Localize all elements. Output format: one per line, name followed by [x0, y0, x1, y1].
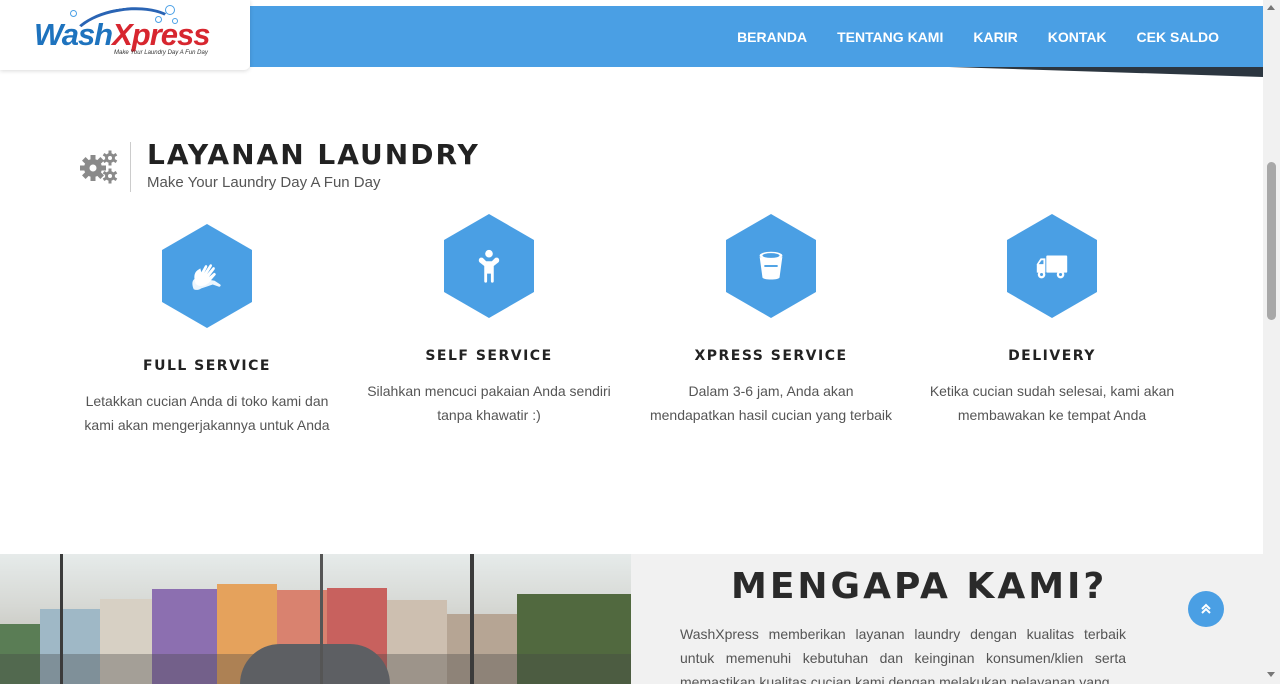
hands-icon	[192, 264, 221, 290]
service-title: FULL SERVICE	[143, 358, 271, 374]
why-us-text: WashXpress memberikan layanan laundry de…	[680, 626, 1126, 684]
logo-wordmark: WashXpress	[34, 17, 211, 52]
title-divider	[130, 142, 131, 192]
service-description: Letakkan cucian Anda di toko kami dan ka…	[84, 393, 330, 433]
service-hex	[162, 224, 252, 328]
why-us-section: MENGAPA KAMI? WashXpress memberikan laya…	[631, 554, 1263, 684]
section-subtitle: Make Your Laundry Day A Fun Day	[147, 174, 381, 191]
page: WashXpress Make Your Laundry Day A Fun D…	[0, 0, 1280, 684]
scrollbar-thumb[interactable]	[1267, 162, 1276, 320]
nav-beranda[interactable]: BERANDA	[737, 29, 807, 45]
why-us-title: MENGAPA KAMI?	[731, 566, 1108, 607]
service-xpress: XPRESS SERVICE Dalam 3-6 jam, Anda akan …	[641, 214, 901, 427]
double-chevron-up-icon	[1201, 603, 1211, 614]
navbar-shadow	[948, 67, 1263, 77]
gears-icon	[80, 150, 118, 184]
section-title: LAYANAN LAUNDRY	[147, 138, 480, 171]
service-title: XPRESS SERVICE	[694, 348, 848, 364]
service-title: SELF SERVICE	[425, 348, 553, 364]
scroll-up-icon[interactable]	[1267, 5, 1275, 10]
navbar: BERANDA TENTANG KAMI KARIR KONTAK CEK SA…	[250, 6, 1263, 67]
logo-tagline: Make Your Laundry Day A Fun Day	[114, 50, 208, 56]
service-hex	[726, 214, 816, 318]
logo[interactable]: WashXpress Make Your Laundry Day A Fun D…	[0, 0, 250, 72]
person-icon	[478, 249, 500, 283]
scroll-down-icon[interactable]	[1267, 672, 1275, 677]
storefront-photo	[0, 554, 631, 684]
service-hex	[444, 214, 534, 318]
bucket-icon	[759, 251, 783, 280]
service-description: Dalam 3-6 jam, Anda akan mendapatkan has…	[649, 383, 893, 423]
service-description: Silahkan mencuci pakaian Anda sendiri ta…	[367, 383, 611, 423]
nav-karir[interactable]: KARIR	[973, 29, 1017, 45]
truck-icon	[1036, 255, 1068, 279]
scroll-to-top-button[interactable]	[1188, 591, 1224, 627]
nav-cek-saldo[interactable]: CEK SALDO	[1137, 29, 1219, 45]
service-description: Ketika cucian sudah selesai, kami akan m…	[929, 383, 1175, 423]
service-full: FULL SERVICE Letakkan cucian Anda di tok…	[77, 224, 337, 437]
service-title: DELIVERY	[1008, 348, 1096, 364]
service-delivery: DELIVERY Ketika cucian sudah selesai, ka…	[922, 214, 1182, 427]
nav-kontak[interactable]: KONTAK	[1048, 29, 1107, 45]
service-self: SELF SERVICE Silahkan mencuci pakaian An…	[359, 214, 619, 427]
nav-tentang-kami[interactable]: TENTANG KAMI	[837, 29, 943, 45]
service-hex	[1007, 214, 1097, 318]
page-scrollbar[interactable]	[1263, 0, 1280, 684]
